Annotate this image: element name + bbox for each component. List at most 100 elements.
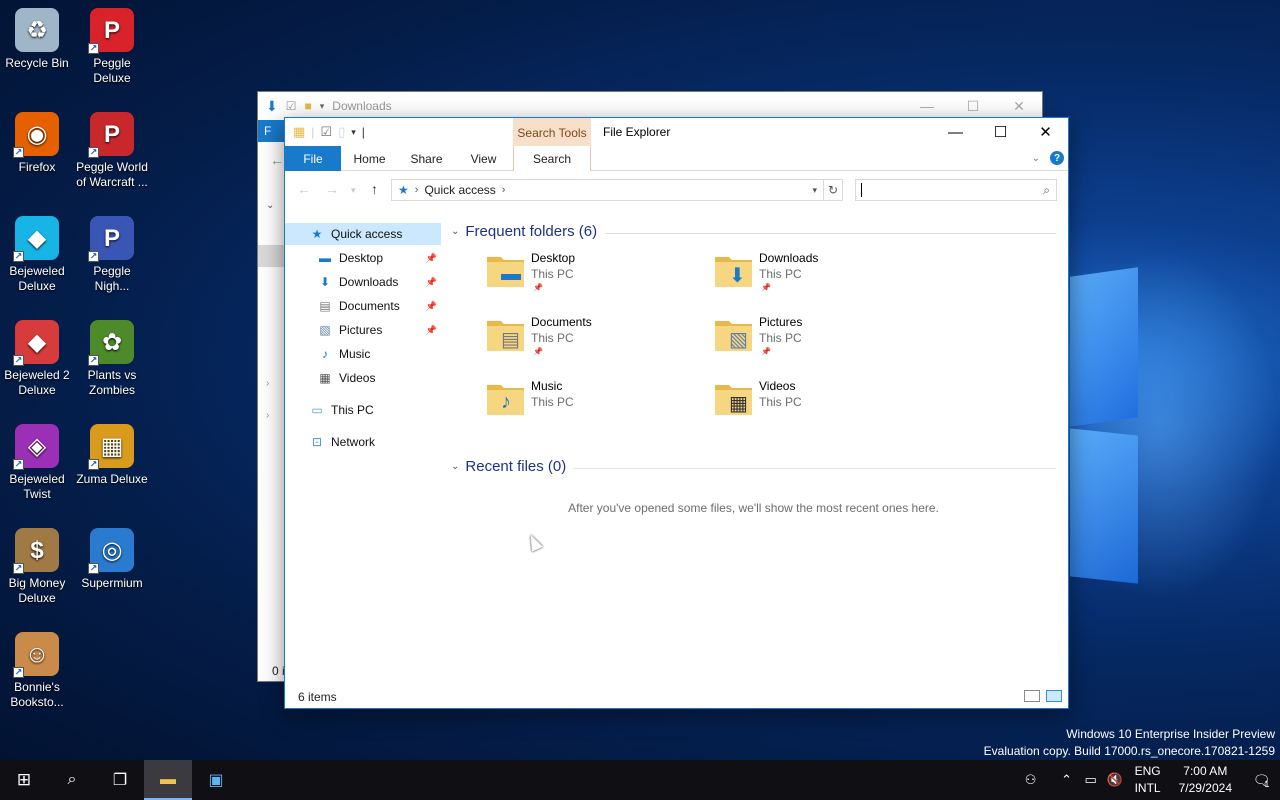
show-hidden-icons-icon[interactable]: ⌃ — [1055, 772, 1079, 788]
network-icon[interactable]: ▭ — [1079, 772, 1103, 788]
details-view-icon[interactable] — [1024, 690, 1040, 702]
peggle-wow-icon: P ↗ — [88, 112, 134, 158]
pin-icon[interactable]: 📌 — [426, 253, 437, 264]
forward-arrow-icon[interactable]: → — [325, 181, 339, 197]
folder-tile-videos[interactable]: ▦ Videos This PC — [713, 377, 933, 433]
pin-icon: 📌 — [761, 347, 771, 356]
shortcut-arrow-icon: ↗ — [88, 43, 99, 54]
bejeweled-icon: ◆ ↗ — [13, 216, 59, 262]
refresh-button[interactable]: ↻ — [824, 179, 843, 201]
new-folder-icon[interactable]: ▯ — [338, 124, 345, 140]
minimize-button[interactable]: — — [904, 92, 950, 120]
download-icon: ⬇ — [319, 275, 331, 289]
downloads-window-title: Downloads — [332, 99, 392, 113]
desktop-icon-0[interactable]: ♻ Recycle Bin — [0, 8, 74, 71]
desktop-icon-7[interactable]: ✿ ↗ Plants vs Zombies — [75, 320, 149, 398]
downloads-folder-icon: ⬇ — [713, 249, 755, 289]
system-tray: ⚇ ⌃ ▭ 🔇 ENG INTL 7:00 AM 7/29/2024 🗨 1 — [1019, 760, 1280, 800]
taskbar-app[interactable]: ▣ — [192, 760, 240, 800]
address-dropdown-icon[interactable]: ▾ — [812, 185, 817, 196]
maximize-button[interactable]: ☐ — [978, 118, 1023, 146]
shortcut-arrow-icon: ↗ — [88, 563, 99, 574]
frequent-folders-header[interactable]: ⌄ Frequent folders (6) — [451, 223, 597, 240]
tab-view[interactable]: View — [455, 146, 512, 171]
clock[interactable]: 7:00 AM 7/29/2024 — [1179, 763, 1232, 797]
nav-item-label: Documents — [339, 299, 400, 313]
close-button[interactable]: ✕ — [1023, 118, 1068, 146]
desktop-icon-3[interactable]: P ↗ Peggle World of Warcraft ... — [75, 112, 149, 190]
qat-dropdown-icon[interactable]: ▾ — [351, 127, 356, 138]
desktop-icon-9[interactable]: ▦ ↗ Zuma Deluxe — [75, 424, 149, 487]
chevron-down-icon: ⌄ — [266, 200, 275, 211]
folder-tile-desktop[interactable]: ▬ Desktop This PC 📌 — [485, 249, 705, 305]
desktop-icon-2[interactable]: ◉ ↗ Firefox — [0, 112, 74, 175]
pin-icon[interactable]: 📌 — [426, 325, 437, 336]
task-view-button[interactable]: ❐ — [96, 760, 144, 800]
desktop-icon-12[interactable]: ☺ ↗ Bonnie's Booksto... — [0, 632, 74, 710]
nav-item-documents[interactable]: ▤ Documents 📌 — [285, 295, 441, 317]
nav-item-network[interactable]: ⊡ Network — [285, 431, 441, 453]
folder-name: Pictures — [759, 315, 803, 329]
desktop-icon-1[interactable]: P ↗ Peggle Deluxe — [75, 8, 149, 86]
input-language[interactable]: ENG INTL — [1135, 763, 1161, 797]
folder-tile-downloads[interactable]: ⬇ Downloads This PC 📌 — [713, 249, 933, 305]
pin-icon[interactable]: 📌 — [426, 301, 437, 312]
expand-arrow-icon: › — [266, 410, 270, 421]
nav-item-desktop[interactable]: ▬ Desktop 📌 — [285, 247, 441, 269]
folder-name: Videos — [759, 379, 796, 393]
start-button[interactable]: ⊞ — [0, 760, 48, 800]
shortcut-arrow-icon: ↗ — [13, 563, 24, 574]
breadcrumb-quick-access[interactable]: Quick access — [424, 183, 495, 197]
desktop-icon-5[interactable]: P ↗ Peggle Nigh... — [75, 216, 149, 294]
desktop-icon-11[interactable]: ◎ ↗ Supermium — [75, 528, 149, 591]
tab-share[interactable]: Share — [398, 146, 455, 171]
folder-tile-music[interactable]: ♪ Music This PC — [485, 377, 705, 433]
maximize-button[interactable]: ☐ — [950, 92, 996, 120]
recent-locations-icon[interactable]: ▾ — [351, 185, 356, 196]
up-arrow-icon[interactable]: ↑ — [371, 181, 378, 197]
back-arrow-icon[interactable]: ← — [297, 181, 311, 197]
tab-home[interactable]: Home — [341, 146, 398, 171]
tab-file[interactable]: File — [285, 146, 341, 171]
nav-item-pictures[interactable]: ▧ Pictures 📌 — [285, 319, 441, 341]
nav-item-quick-access[interactable]: ★ Quick access — [285, 223, 441, 245]
nav-item-this-pc[interactable]: ▭ This PC — [285, 399, 441, 421]
desktop-icon-10[interactable]: $ ↗ Big Money Deluxe — [0, 528, 74, 606]
minimize-button[interactable]: — — [933, 118, 978, 146]
help-icon[interactable]: ? — [1050, 151, 1064, 165]
close-button[interactable]: ✕ — [996, 92, 1042, 120]
taskbar-file-explorer[interactable]: ▬ — [144, 760, 192, 800]
nav-item-label: Downloads — [339, 275, 399, 289]
nav-item-downloads[interactable]: ⬇ Downloads 📌 — [285, 271, 441, 293]
large-icons-view-icon[interactable] — [1046, 690, 1062, 702]
nav-item-music[interactable]: ♪ Music — [285, 343, 441, 365]
properties-icon[interactable]: ☑ — [320, 124, 332, 140]
address-bar[interactable]: ★ › Quick access › ▾ — [391, 179, 824, 201]
desktop-icon-8[interactable]: ◈ ↗ Bejeweled Twist — [0, 424, 74, 502]
volume-muted-icon[interactable]: 🔇 — [1103, 772, 1127, 788]
frequent-folders-title: Frequent folders (6) — [465, 223, 598, 240]
pin-icon[interactable]: 📌 — [426, 277, 437, 288]
tab-search[interactable]: Search — [513, 146, 591, 171]
expand-ribbon-icon[interactable]: ⌄ — [1032, 153, 1040, 164]
breadcrumb-separator-icon[interactable]: › — [502, 184, 506, 196]
search-input[interactable]: ⌕ — [855, 179, 1057, 201]
desktop-icon-6[interactable]: ◆ ↗ Bejeweled 2 Deluxe — [0, 320, 74, 398]
search-button[interactable]: ⌕ — [48, 760, 96, 800]
desktop-icon-label: Plants vs Zombies — [87, 368, 137, 397]
people-icon[interactable]: ⚇ — [1019, 772, 1043, 788]
window-title: File Explorer — [603, 125, 671, 139]
music-icon: ♪ — [322, 347, 328, 361]
folder-tile-documents[interactable]: ▤ Documents This PC 📌 — [485, 313, 705, 369]
action-center-button[interactable]: 🗨 1 — [1242, 760, 1280, 800]
desktop-icon-4[interactable]: ◆ ↗ Bejeweled Deluxe — [0, 216, 74, 294]
file-explorer-window[interactable]: ▦ | ☑ ▯ ▾ | Search Tools File Explorer —… — [284, 117, 1069, 709]
folder-tile-pictures[interactable]: ▧ Pictures This PC 📌 — [713, 313, 933, 369]
nav-item-label: Pictures — [339, 323, 383, 337]
recent-files-header[interactable]: ⌄ Recent files (0) — [451, 458, 566, 475]
nav-item-label: Music — [339, 347, 371, 361]
file-tab[interactable]: F — [258, 120, 285, 142]
nav-item-videos[interactable]: ▦ Videos — [285, 367, 441, 389]
search-icon: ⌕ — [67, 771, 77, 788]
window-titlebar[interactable]: ▦ | ☑ ▯ ▾ | Search Tools File Explorer —… — [285, 118, 1068, 146]
